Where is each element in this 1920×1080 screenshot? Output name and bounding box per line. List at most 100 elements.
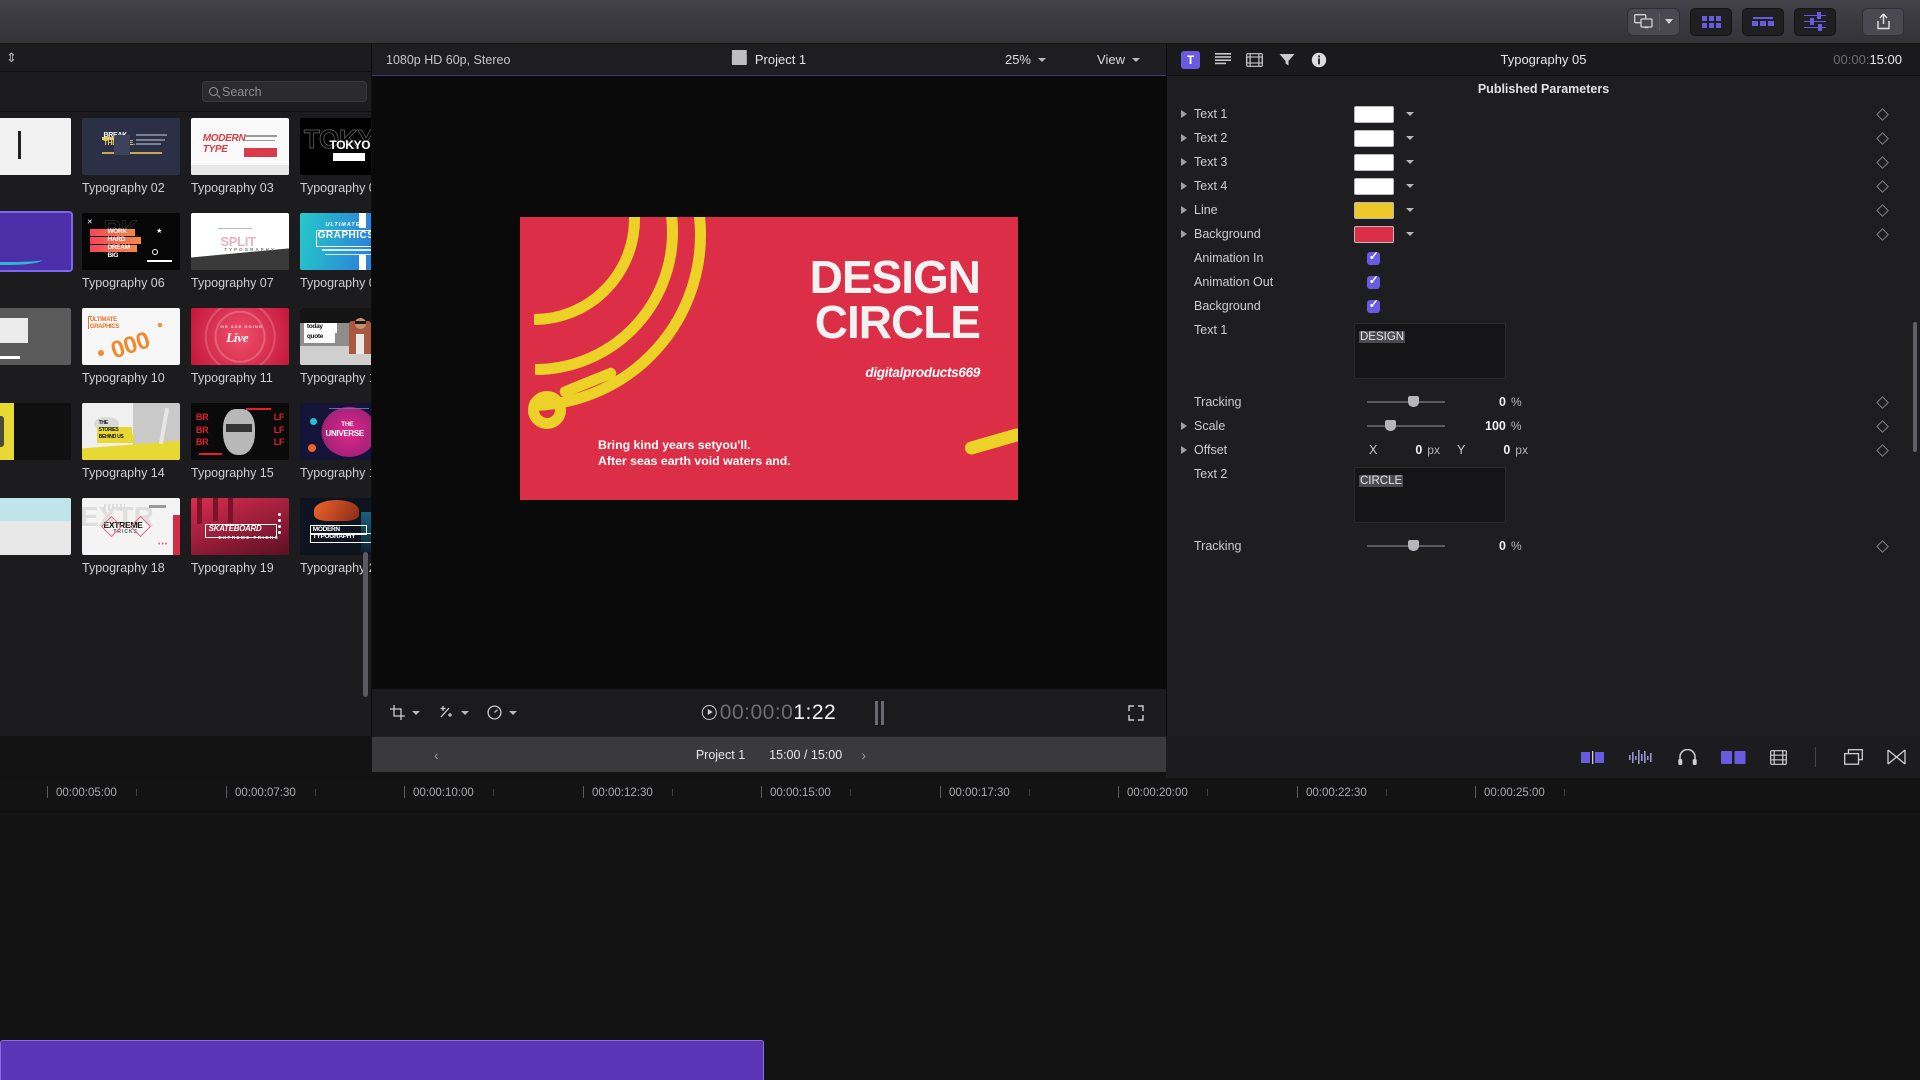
keyframe-button[interactable] — [1876, 203, 1889, 217]
list-item[interactable]: BREAK THE LINE. Typography 02 — [74, 118, 183, 213]
list-item[interactable]: Live WE ARE GOING Typography 11 — [183, 308, 292, 403]
offset-y-value[interactable]: 0 — [1503, 443, 1510, 457]
tab-video-inspector[interactable] — [1245, 51, 1264, 69]
disclosure-triangle-icon[interactable] — [1181, 158, 1187, 166]
thumbnail-typography-15[interactable]: BR BR BR LF LF LF — [191, 403, 289, 460]
chevron-down-icon[interactable] — [1665, 19, 1673, 24]
checkbox[interactable] — [1367, 273, 1380, 289]
thumbnail-typography-16[interactable]: THE UNIVERSE — [300, 403, 371, 460]
param-row-text-1-field[interactable]: Text 1 DESIGN — [1167, 318, 1920, 390]
inspector-scrollbar[interactable] — [1913, 322, 1917, 452]
slider-knob[interactable] — [1408, 396, 1419, 407]
tracking-value[interactable]: 0 — [1499, 395, 1506, 409]
list-item[interactable]: SPLIT TYPOGRAPHY Typography 07 — [183, 213, 292, 308]
list-item[interactable]: BR BR BR LF LF LF Typography 15 — [183, 403, 292, 498]
list-item[interactable]: EXTR EXTREME TRICKS ••• Typography 18 — [74, 498, 183, 593]
disclosure-triangle-icon[interactable] — [1181, 446, 1187, 454]
audio-waveform-icon[interactable] — [1629, 750, 1654, 764]
timeline-index-icon[interactable] — [1887, 749, 1906, 765]
list-item[interactable]: x — [0, 308, 74, 403]
zoom-level-menu[interactable]: 25% — [1005, 52, 1046, 67]
param-row-background-color[interactable]: Background — [1167, 222, 1920, 246]
tab-title-inspector[interactable] — [1213, 51, 1232, 69]
param-row-offset[interactable]: Offset X 0 px Y 0 px — [1167, 438, 1920, 462]
keyframe-button[interactable] — [1876, 107, 1889, 121]
text-2-textarea[interactable]: CIRCLE — [1354, 467, 1506, 523]
thumbnail-typography-14[interactable]: THE STORIES BEHIND US — [82, 403, 180, 460]
offset-x-value[interactable]: 0 — [1415, 443, 1422, 457]
thumbnail-typography-07[interactable]: SPLIT TYPOGRAPHY — [191, 213, 289, 270]
list-item[interactable]: ULTIMATE GRAPHICS Typography 08 — [292, 213, 371, 308]
enhance-button[interactable] — [438, 705, 469, 720]
clip-appearance-icon[interactable] — [1581, 750, 1605, 764]
param-row-text-4[interactable]: Text 4 — [1167, 174, 1920, 198]
filmstrip-icon[interactable] — [1770, 749, 1787, 765]
tab-text-inspector[interactable]: T — [1181, 50, 1200, 69]
list-item[interactable]: RK WORK HARD DREAM BIG ✕ ★ Typography 06 — [74, 213, 183, 308]
chevron-down-icon[interactable] — [1406, 184, 1414, 188]
tracking-2-value[interactable]: 0 — [1499, 539, 1506, 553]
tab-info-inspector[interactable] — [1309, 51, 1328, 69]
param-row-background-toggle[interactable]: Background — [1167, 294, 1920, 318]
param-row-tracking-1[interactable]: Tracking 0 % — [1167, 390, 1920, 414]
headphones-icon[interactable] — [1678, 749, 1697, 765]
checkbox[interactable] — [1367, 297, 1380, 313]
chevron-down-icon[interactable] — [1406, 232, 1414, 236]
list-item[interactable]: today quote Typography 12 — [292, 308, 371, 403]
thumbnail-typography-11[interactable]: Live WE ARE GOING — [191, 308, 289, 365]
keyframe-button[interactable] — [1876, 395, 1889, 409]
param-row-text-3[interactable]: Text 3 — [1167, 150, 1920, 174]
color-swatch[interactable] — [1354, 105, 1394, 123]
color-swatch[interactable] — [1354, 177, 1394, 195]
thumbnail[interactable] — [0, 403, 71, 460]
keyframe-button[interactable] — [1876, 131, 1889, 145]
thumbnail-typography-08[interactable]: ULTIMATE GRAPHICS — [300, 213, 371, 270]
tab-filter-inspector[interactable] — [1277, 51, 1296, 69]
list-item[interactable]: x — [0, 498, 74, 593]
list-item[interactable]: SKATEBOARD EXTREME TRICKS Typography 19 — [183, 498, 292, 593]
scale-slider[interactable] — [1367, 420, 1445, 431]
color-swatch[interactable] — [1354, 129, 1394, 147]
thumbnail-typography-06[interactable]: RK WORK HARD DREAM BIG ✕ ★ — [82, 213, 180, 270]
viewer-timecode[interactable]: 00:00:0 1:22 — [701, 701, 836, 725]
chevron-down-icon[interactable] — [1406, 160, 1414, 164]
thumbnail[interactable] — [0, 498, 71, 555]
thumbnail[interactable] — [0, 118, 71, 175]
chevron-left-icon[interactable]: ‹ — [434, 747, 439, 763]
timeline-clip[interactable] — [0, 1040, 764, 1080]
slider-knob[interactable] — [1385, 420, 1396, 431]
crop-button[interactable] — [390, 705, 420, 720]
param-row-animation-out[interactable]: Animation Out — [1167, 270, 1920, 294]
chevron-right-icon[interactable]: › — [861, 747, 866, 763]
param-row-scale[interactable]: Scale 100 % — [1167, 414, 1920, 438]
list-item[interactable]: x — [0, 118, 74, 213]
keyframe-button[interactable] — [1876, 227, 1889, 241]
view-menu[interactable]: View — [1097, 52, 1140, 67]
keyframe-button[interactable] — [1876, 179, 1889, 193]
browser-toggle-button[interactable] — [1690, 7, 1732, 36]
keyframe-button[interactable] — [1876, 443, 1889, 457]
list-item[interactable]: ULTIMATE GRAPHICS 000 Typography 10 — [74, 308, 183, 403]
thumbnail[interactable] — [0, 308, 71, 365]
disclosure-triangle-icon[interactable] — [1181, 182, 1187, 190]
list-item[interactable]: THE UNIVERSE Typography 16 — [292, 403, 371, 498]
keyframe-button[interactable] — [1876, 539, 1889, 553]
display-mode-button[interactable] — [1627, 7, 1680, 36]
retime-button[interactable] — [487, 705, 517, 720]
list-item[interactable]: x — [0, 403, 74, 498]
tracking-slider[interactable] — [1367, 396, 1445, 407]
timeline-toggle-button[interactable] — [1742, 7, 1784, 36]
tracking-slider-2[interactable] — [1367, 540, 1445, 551]
slider-knob[interactable] — [1408, 540, 1419, 551]
viewer-frame[interactable]: DESIGN CIRCLE digitalproducts669 Bring k… — [520, 217, 1018, 500]
color-swatch[interactable] — [1354, 225, 1394, 243]
disclosure-triangle-icon[interactable] — [1181, 110, 1187, 118]
list-item[interactable]: TOKYO TOKYO Typography 04 — [292, 118, 371, 213]
thumbnail[interactable]: N E — [0, 211, 73, 272]
checkbox[interactable] — [1367, 249, 1380, 265]
thumbnail-typography-20[interactable]: MODERN TYPOGRAPHY — [300, 498, 371, 555]
thumbnail-typography-02[interactable]: BREAK THE LINE. — [82, 118, 180, 175]
disclosure-triangle-icon[interactable] — [1181, 206, 1187, 214]
scale-value[interactable]: 100 — [1485, 419, 1506, 433]
disclosure-triangle-icon[interactable] — [1181, 422, 1187, 430]
